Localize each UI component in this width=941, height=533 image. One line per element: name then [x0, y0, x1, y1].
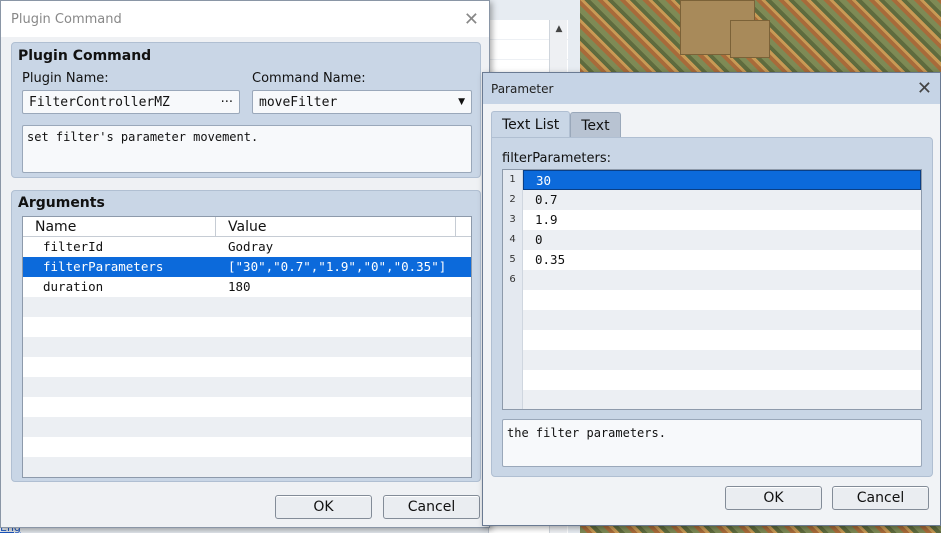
table-header: Name Value — [23, 217, 471, 237]
table-row[interactable]: duration 180 — [23, 277, 471, 297]
command-name-select[interactable]: moveFilter ▼ — [252, 90, 472, 114]
list-item[interactable] — [523, 370, 921, 390]
field-label: filterParameters: — [502, 151, 612, 166]
line-number: 2 — [509, 194, 516, 205]
arg-name: filterId — [43, 239, 104, 254]
list-item[interactable]: 30 — [523, 170, 921, 190]
list-item[interactable] — [523, 270, 921, 290]
list-item[interactable] — [523, 310, 921, 330]
plugin-command-panel: Plugin Command Plugin Name: Command Name… — [11, 42, 481, 178]
table-row[interactable] — [23, 417, 471, 437]
column-header-name[interactable]: Name — [23, 217, 216, 236]
table-row[interactable] — [23, 357, 471, 377]
plugin-dialog-titlebar: Plugin Command ✕ — [1, 1, 489, 37]
line-number: 1 — [509, 174, 516, 185]
plugin-name-field[interactable]: FilterControllerMZ ··· — [22, 90, 240, 114]
line-number: 6 — [509, 274, 516, 285]
arguments-table: Name Value filterId Godray filterParamet… — [22, 216, 472, 478]
plugin-dialog-title: Plugin Command — [11, 11, 122, 27]
close-icon[interactable]: ✕ — [464, 9, 479, 30]
arguments-panel: Arguments Name Value filterId Godray fil… — [11, 190, 481, 482]
table-row[interactable] — [23, 457, 471, 477]
close-icon[interactable]: ✕ — [917, 78, 932, 99]
line-number: 4 — [509, 234, 516, 245]
tab-text-list[interactable]: Text List — [491, 111, 571, 138]
tab-text[interactable]: Text — [570, 112, 621, 139]
parameter-panel: filterParameters: 1 2 3 4 5 6 30 0.7 1.9… — [491, 137, 933, 477]
text-lines: 30 0.7 1.9 0 0.35 — [523, 170, 921, 409]
command-name-label: Command Name: — [252, 71, 366, 86]
table-row[interactable] — [23, 337, 471, 357]
parameter-dialog-title: Parameter — [491, 81, 554, 96]
arg-name: filterParameters — [43, 259, 164, 274]
ok-button[interactable]: OK — [275, 495, 372, 519]
section-title: Plugin Command — [18, 48, 152, 64]
table-row[interactable] — [23, 437, 471, 457]
list-item[interactable] — [523, 350, 921, 370]
parameter-dialog: Parameter ✕ Text List Text filterParamet… — [482, 72, 941, 526]
table-row[interactable] — [23, 397, 471, 417]
list-item[interactable]: 1.9 — [523, 210, 921, 230]
line-number-gutter: 1 2 3 4 5 6 — [503, 170, 523, 409]
line-number: 5 — [509, 254, 516, 265]
cancel-button[interactable]: Cancel — [832, 486, 929, 510]
arg-value: 180 — [228, 279, 251, 294]
ok-button[interactable]: OK — [725, 486, 822, 510]
arg-value: ["30","0.7","1.9","0","0.35"] — [228, 259, 447, 274]
list-item[interactable] — [523, 390, 921, 409]
table-row[interactable]: filterParameters ["30","0.7","1.9","0","… — [23, 257, 471, 277]
list-item[interactable]: 0.7 — [523, 190, 921, 210]
list-item[interactable] — [523, 330, 921, 350]
table-row[interactable] — [23, 377, 471, 397]
parameter-description: the filter parameters. — [502, 419, 922, 467]
parameter-dialog-titlebar: Parameter ✕ — [483, 73, 940, 104]
table-row[interactable] — [23, 297, 471, 317]
arguments-title: Arguments — [18, 195, 105, 211]
list-item[interactable] — [523, 290, 921, 310]
command-name-value: moveFilter — [259, 94, 338, 110]
plugin-command-dialog: Plugin Command ✕ Plugin Command Plugin N… — [0, 0, 490, 528]
table-row[interactable]: filterId Godray — [23, 237, 471, 257]
text-list-editor[interactable]: 1 2 3 4 5 6 30 0.7 1.9 0 0.35 — [502, 169, 922, 410]
cancel-button[interactable]: Cancel — [383, 495, 480, 519]
plugin-name-label: Plugin Name: — [22, 71, 109, 86]
column-header-value[interactable]: Value — [216, 217, 456, 236]
table-body: filterId Godray filterParameters ["30","… — [23, 237, 471, 477]
scroll-up-icon[interactable]: ▲ — [550, 20, 568, 38]
arg-value: Godray — [228, 239, 274, 254]
ellipsis-icon[interactable]: ··· — [221, 95, 233, 110]
plugin-name-value: FilterControllerMZ — [29, 94, 170, 110]
chevron-down-icon[interactable]: ▼ — [458, 97, 465, 107]
tab-bar: Text List Text — [491, 111, 621, 139]
list-item[interactable]: 0 — [523, 230, 921, 250]
list-item[interactable]: 0.35 — [523, 250, 921, 270]
line-number: 3 — [509, 214, 516, 225]
command-description: set filter's parameter movement. — [22, 125, 472, 173]
arg-name: duration — [43, 279, 104, 294]
table-row[interactable] — [23, 317, 471, 337]
